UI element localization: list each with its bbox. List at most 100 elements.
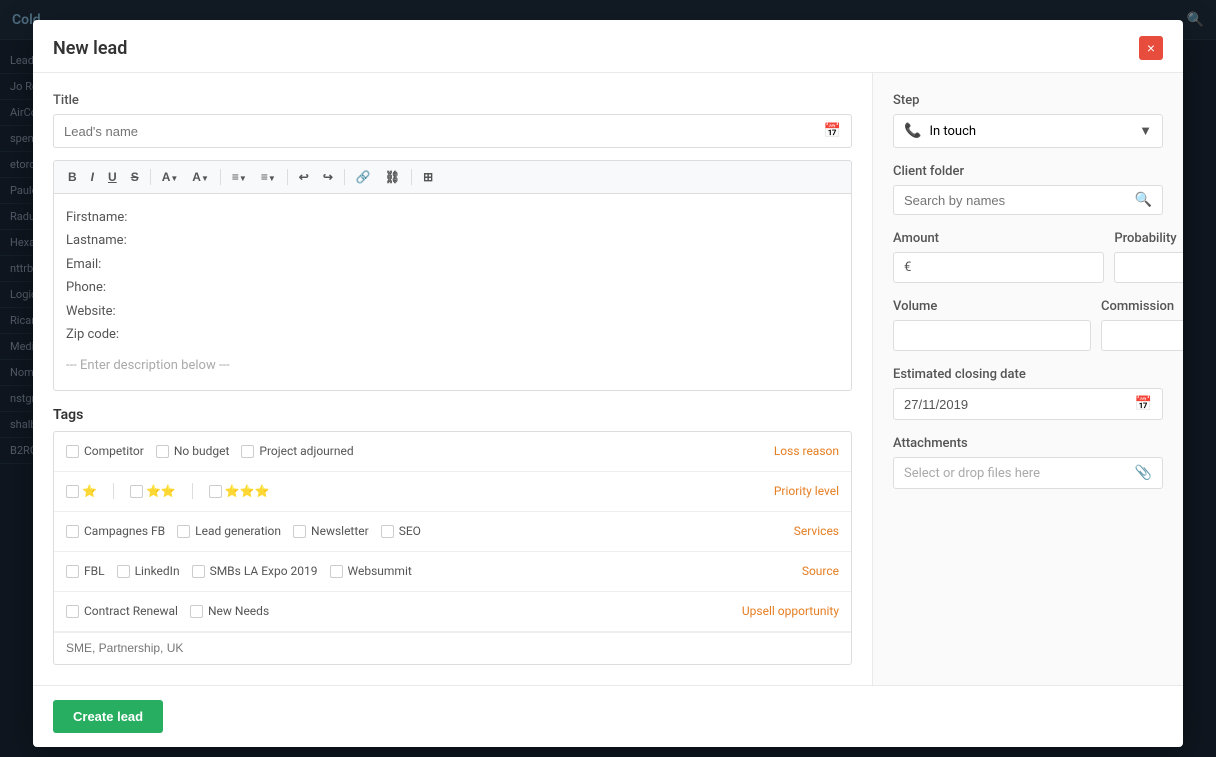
font-color-button[interactable]: A▼ bbox=[156, 167, 185, 187]
step-label: Step bbox=[893, 93, 1163, 108]
toolbar-divider-3 bbox=[287, 169, 288, 185]
tag-fbl-checkbox[interactable] bbox=[66, 565, 79, 578]
closing-date-input[interactable] bbox=[904, 397, 1080, 412]
tag-websummit-checkbox[interactable] bbox=[330, 565, 343, 578]
priority-3star-checkbox[interactable] bbox=[209, 485, 222, 498]
client-folder-label: Client folder bbox=[893, 164, 1163, 179]
priority-2star-checkbox[interactable] bbox=[130, 485, 143, 498]
undo-button[interactable]: ↩ bbox=[293, 167, 315, 187]
custom-tags-input[interactable] bbox=[66, 641, 839, 655]
tags-items-upsell: Contract Renewal New Needs bbox=[66, 604, 742, 618]
attach-icon: 📎 bbox=[1135, 465, 1152, 481]
modal-footer: Create lead bbox=[33, 685, 1183, 747]
priority-2star[interactable]: ⭐⭐ bbox=[130, 484, 176, 498]
tag-lead-generation-checkbox[interactable] bbox=[177, 525, 190, 538]
custom-tags-row[interactable] bbox=[54, 632, 851, 664]
editor-toolbar: B I U S A▼ A▼ ≡▼ ≡▼ ↩ ↪ 🔗 ⛓ bbox=[53, 160, 852, 193]
title-input[interactable] bbox=[64, 124, 824, 139]
closing-date-section: Estimated closing date 📅 bbox=[893, 367, 1163, 420]
italic-button[interactable]: I bbox=[85, 167, 100, 187]
tag-contract-renewal[interactable]: Contract Renewal bbox=[66, 604, 178, 618]
create-lead-button[interactable]: Create lead bbox=[53, 700, 163, 733]
bold-button[interactable]: B bbox=[62, 167, 83, 187]
tag-smbs[interactable]: SMBs LA Expo 2019 bbox=[192, 564, 318, 578]
redo-button[interactable]: ↪ bbox=[317, 167, 339, 187]
tag-competitor-checkbox[interactable] bbox=[66, 445, 79, 458]
attachments-label: Attachments bbox=[893, 436, 1163, 451]
priority-1star[interactable]: ⭐ bbox=[66, 484, 97, 498]
step-dropdown[interactable]: 📞 In touch ▼ bbox=[893, 114, 1163, 148]
tags-items-services: Campagnes FB Lead generation Newsletter bbox=[66, 524, 794, 538]
tag-fbl[interactable]: FBL bbox=[66, 564, 105, 578]
tag-no-budget-label: No budget bbox=[174, 444, 230, 458]
title-input-wrapper[interactable]: 📅 bbox=[53, 114, 852, 148]
tag-new-needs[interactable]: New Needs bbox=[190, 604, 269, 618]
bullets-button[interactable]: ≡▼ bbox=[226, 167, 253, 187]
probability-input[interactable] bbox=[1125, 260, 1183, 275]
search-icon: 🔍 bbox=[1135, 192, 1152, 208]
tag-smbs-checkbox[interactable] bbox=[192, 565, 205, 578]
client-folder-search[interactable]: 🔍 bbox=[893, 185, 1163, 215]
tag-no-budget-checkbox[interactable] bbox=[156, 445, 169, 458]
star-sep bbox=[113, 483, 114, 499]
numbered-button[interactable]: ≡▼ bbox=[255, 167, 282, 187]
tag-competitor[interactable]: Competitor bbox=[66, 444, 144, 458]
star-sep-2 bbox=[192, 483, 193, 499]
probability-input-wrap[interactable]: % bbox=[1114, 252, 1183, 283]
euro-symbol: € bbox=[904, 260, 911, 275]
tag-project-adjourned-checkbox[interactable] bbox=[241, 445, 254, 458]
editor-line-zipcode: Zip code: bbox=[66, 323, 839, 346]
amount-probability-row: Amount € Probability % bbox=[893, 231, 1163, 283]
table-button[interactable]: ⊞ bbox=[417, 167, 439, 187]
editor-area[interactable]: Firstname: Lastname: Email: Phone: Websi… bbox=[53, 193, 852, 391]
tag-seo-checkbox[interactable] bbox=[381, 525, 394, 538]
link-button[interactable]: 🔗 bbox=[350, 167, 377, 187]
volume-field: Volume bbox=[893, 299, 1091, 351]
tag-project-adjourned[interactable]: Project adjourned bbox=[241, 444, 353, 458]
strikethrough-button[interactable]: S bbox=[125, 167, 145, 187]
volume-input-wrap[interactable] bbox=[893, 320, 1091, 351]
amount-input-wrap[interactable]: € bbox=[893, 252, 1104, 283]
tag-seo[interactable]: SEO bbox=[381, 524, 421, 538]
tag-new-needs-checkbox[interactable] bbox=[190, 605, 203, 618]
modal-close-button[interactable]: × bbox=[1139, 36, 1163, 60]
services-category: Services bbox=[794, 524, 839, 538]
tag-lead-generation[interactable]: Lead generation bbox=[177, 524, 281, 538]
step-value: In touch bbox=[929, 124, 976, 139]
commission-input-wrap[interactable]: % bbox=[1101, 320, 1183, 351]
probability-field: Probability % bbox=[1114, 231, 1183, 283]
tag-seo-label: SEO bbox=[399, 524, 421, 538]
tag-smbs-label: SMBs LA Expo 2019 bbox=[210, 564, 318, 578]
modal-title: New lead bbox=[53, 38, 127, 59]
attachments-input[interactable]: Select or drop files here 📎 bbox=[893, 457, 1163, 489]
calendar-icon: 📅 bbox=[824, 123, 841, 139]
underline-button[interactable]: U bbox=[102, 167, 123, 187]
tag-linkedin[interactable]: LinkedIn bbox=[117, 564, 180, 578]
closing-date-input-wrap[interactable]: 📅 bbox=[893, 388, 1163, 420]
phone-icon: 📞 bbox=[904, 123, 921, 139]
probability-label: Probability bbox=[1114, 231, 1183, 246]
tag-campagnes-fb-checkbox[interactable] bbox=[66, 525, 79, 538]
tag-linkedin-checkbox[interactable] bbox=[117, 565, 130, 578]
bg-color-button[interactable]: A▼ bbox=[186, 167, 215, 187]
priority-3star[interactable]: ⭐⭐⭐ bbox=[209, 484, 270, 498]
tag-newsletter[interactable]: Newsletter bbox=[293, 524, 369, 538]
tag-no-budget[interactable]: No budget bbox=[156, 444, 230, 458]
toolbar-divider-2 bbox=[220, 169, 221, 185]
tag-newsletter-checkbox[interactable] bbox=[293, 525, 306, 538]
tag-project-adjourned-label: Project adjourned bbox=[259, 444, 353, 458]
tags-row-loss-reason: Competitor No budget Project adjourned bbox=[54, 432, 851, 472]
tag-competitor-label: Competitor bbox=[84, 444, 144, 458]
volume-input[interactable] bbox=[904, 328, 1080, 343]
tag-campagnes-fb[interactable]: Campagnes FB bbox=[66, 524, 165, 538]
amount-input[interactable] bbox=[917, 260, 1093, 275]
tag-lead-generation-label: Lead generation bbox=[195, 524, 281, 538]
client-folder-input[interactable] bbox=[904, 193, 1135, 208]
unlink-button[interactable]: ⛓ bbox=[379, 167, 406, 187]
priority-1star-checkbox[interactable] bbox=[66, 485, 79, 498]
tag-websummit-label: Websummit bbox=[348, 564, 412, 578]
tag-contract-renewal-checkbox[interactable] bbox=[66, 605, 79, 618]
tag-websummit[interactable]: Websummit bbox=[330, 564, 412, 578]
commission-input[interactable] bbox=[1112, 328, 1183, 343]
tags-items-priority: ⭐ ⭐⭐ bbox=[66, 483, 774, 499]
